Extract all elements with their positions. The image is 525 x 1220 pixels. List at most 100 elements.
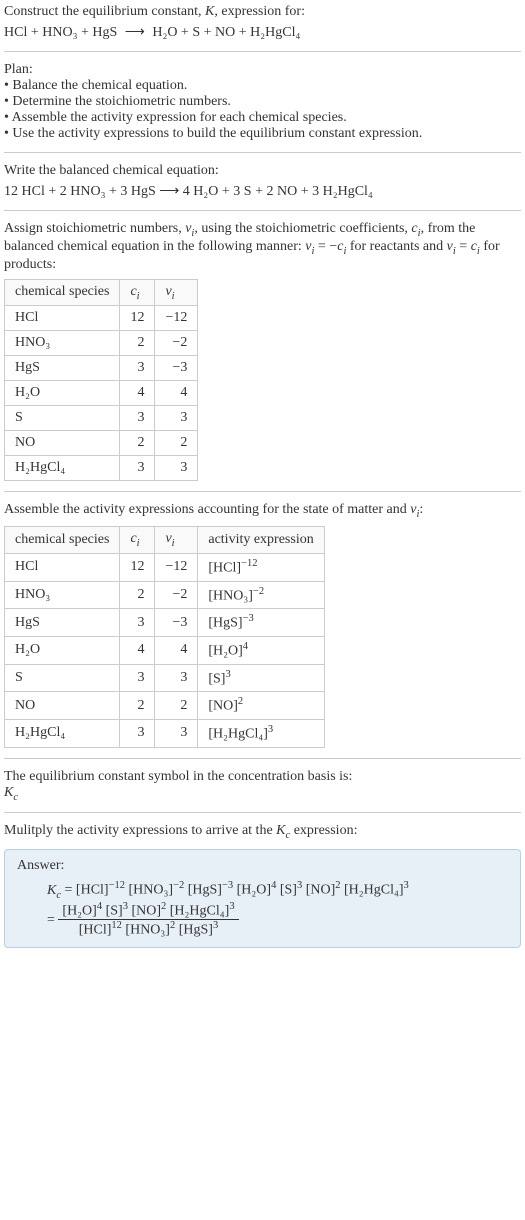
kc-symbol: Kc [4, 785, 521, 803]
table-header-row: chemical species ci νi activity expressi… [5, 527, 325, 554]
cell-species: H₂HgCl₄ [5, 719, 120, 747]
multiply-section: Mulitply the activity expressions to arr… [4, 823, 521, 841]
frac-denominator: [HCl]12 [HNO₃]2 [HgS]3 [58, 920, 238, 939]
arrow-icon: ⟶ [125, 24, 145, 41]
cell-ci: 2 [120, 692, 155, 720]
cell-vi: −12 [155, 553, 198, 581]
cell-ci: 4 [120, 636, 155, 664]
cell-vi: 3 [155, 456, 198, 481]
col-ci: ci [120, 527, 155, 554]
divider [4, 152, 521, 153]
table-row: H₂O44[H₂O]4 [5, 636, 325, 664]
table-row: H₂HgCl₄33 [5, 456, 198, 481]
answer-expression: Kc = [HCl]−12 [HNO₃]−2 [HgS]−3 [H₂O]4 [S… [47, 880, 508, 939]
cell-vi: −3 [155, 609, 198, 637]
table-header-row: chemical species ci νi [5, 279, 198, 306]
cell-species: HCl [5, 306, 120, 331]
divider [4, 51, 521, 52]
cell-ci: 3 [120, 356, 155, 381]
cell-activity: [H₂HgCl₄]3 [198, 719, 324, 747]
cell-ci: 12 [120, 306, 155, 331]
cell-species: HNO₃ [5, 331, 120, 356]
cell-species: HgS [5, 356, 120, 381]
balanced-equation: 12 HCl + 2 HNO₃ + 3 HgS ⟶ 4 H₂O + 3 S + … [4, 183, 521, 200]
cell-ci: 4 [120, 381, 155, 406]
plan-bullet: • Balance the chemical equation. [4, 78, 521, 94]
divider [4, 812, 521, 813]
frac-numerator: [H₂O]4 [S]3 [NO]2 [H₂HgCl₄]3 [58, 901, 238, 921]
cell-ci: 3 [120, 406, 155, 431]
cell-vi: 3 [155, 719, 198, 747]
stoich-section: Assign stoichiometric numbers, νi, using… [4, 221, 521, 481]
cell-ci: 2 [120, 431, 155, 456]
col-ci: ci [120, 279, 155, 306]
answer-box: Answer: Kc = [HCl]−12 [HNO₃]−2 [HgS]−3 [… [4, 849, 521, 948]
col-species: chemical species [5, 527, 120, 554]
cell-vi: 2 [155, 431, 198, 456]
cell-species: HCl [5, 553, 120, 581]
plan-heading: Plan: [4, 62, 521, 78]
eq-rhs: H₂O + S + NO + H₂HgCl₄ [152, 25, 300, 40]
table-row: S33[S]3 [5, 664, 325, 692]
cell-vi: −2 [155, 331, 198, 356]
cell-ci: 3 [120, 609, 155, 637]
activity-table: chemical species ci νi activity expressi… [4, 526, 325, 747]
cell-vi: 4 [155, 381, 198, 406]
table-row: H₂O44 [5, 381, 198, 406]
balanced-section: Write the balanced chemical equation: 12… [4, 163, 521, 200]
cell-species: S [5, 664, 120, 692]
cell-ci: 3 [120, 719, 155, 747]
cell-activity: [HCl]−12 [198, 553, 324, 581]
cell-vi: 3 [155, 664, 198, 692]
activity-intro: Assemble the activity expressions accoun… [4, 502, 521, 520]
eq-lhs: HCl + HNO₃ + HgS [4, 25, 117, 40]
divider [4, 758, 521, 759]
cell-vi: 4 [155, 636, 198, 664]
cell-activity: [S]3 [198, 664, 324, 692]
activity-section: Assemble the activity expressions accoun… [4, 502, 521, 747]
table-row: NO22[NO]2 [5, 692, 325, 720]
cell-vi: −2 [155, 581, 198, 609]
cell-ci: 3 [120, 664, 155, 692]
cell-ci: 2 [120, 581, 155, 609]
table-row: H₂HgCl₄33[H₂HgCl₄]3 [5, 719, 325, 747]
cell-species: NO [5, 431, 120, 456]
cell-ci: 3 [120, 456, 155, 481]
answer-label: Answer: [17, 858, 508, 874]
plan-bullet: • Use the activity expressions to build … [4, 126, 521, 142]
col-vi: νi [155, 279, 198, 306]
table-row: HCl12−12[HCl]−12 [5, 553, 325, 581]
answer-fraction: [H₂O]4 [S]3 [NO]2 [H₂HgCl₄]3 [HCl]12 [HN… [58, 901, 238, 939]
col-species: chemical species [5, 279, 120, 306]
cell-ci: 12 [120, 553, 155, 581]
divider [4, 210, 521, 211]
intro-prompt: Construct the equilibrium constant, K, e… [4, 4, 521, 20]
kc-line1: The equilibrium constant symbol in the c… [4, 769, 521, 785]
cell-ci: 2 [120, 331, 155, 356]
plan: Plan: • Balance the chemical equation. •… [4, 62, 521, 142]
plan-bullet: • Assemble the activity expression for e… [4, 110, 521, 126]
cell-vi: 3 [155, 406, 198, 431]
cell-species: H₂O [5, 636, 120, 664]
plan-bullet: • Determine the stoichiometric numbers. [4, 94, 521, 110]
balanced-heading: Write the balanced chemical equation: [4, 163, 521, 179]
multiply-text: Mulitply the activity expressions to arr… [4, 823, 521, 841]
cell-species: H₂HgCl₄ [5, 456, 120, 481]
stoich-table: chemical species ci νi HCl12−12 HNO₃2−2 … [4, 279, 198, 482]
cell-activity: [HNO₃]−2 [198, 581, 324, 609]
table-row: HgS3−3 [5, 356, 198, 381]
cell-vi: −12 [155, 306, 198, 331]
intro-equation: HCl + HNO₃ + HgS ⟶ H₂O + S + NO + H₂HgCl… [4, 24, 521, 41]
col-vi: νi [155, 527, 198, 554]
cell-species: NO [5, 692, 120, 720]
cell-activity: [HgS]−3 [198, 609, 324, 637]
intro: Construct the equilibrium constant, K, e… [4, 4, 521, 41]
table-row: HNO₃2−2[HNO₃]−2 [5, 581, 325, 609]
cell-species: H₂O [5, 381, 120, 406]
cell-vi: 2 [155, 692, 198, 720]
kc-symbol-section: The equilibrium constant symbol in the c… [4, 769, 521, 803]
cell-vi: −3 [155, 356, 198, 381]
cell-species: HgS [5, 609, 120, 637]
divider [4, 491, 521, 492]
stoich-intro: Assign stoichiometric numbers, νi, using… [4, 221, 521, 273]
